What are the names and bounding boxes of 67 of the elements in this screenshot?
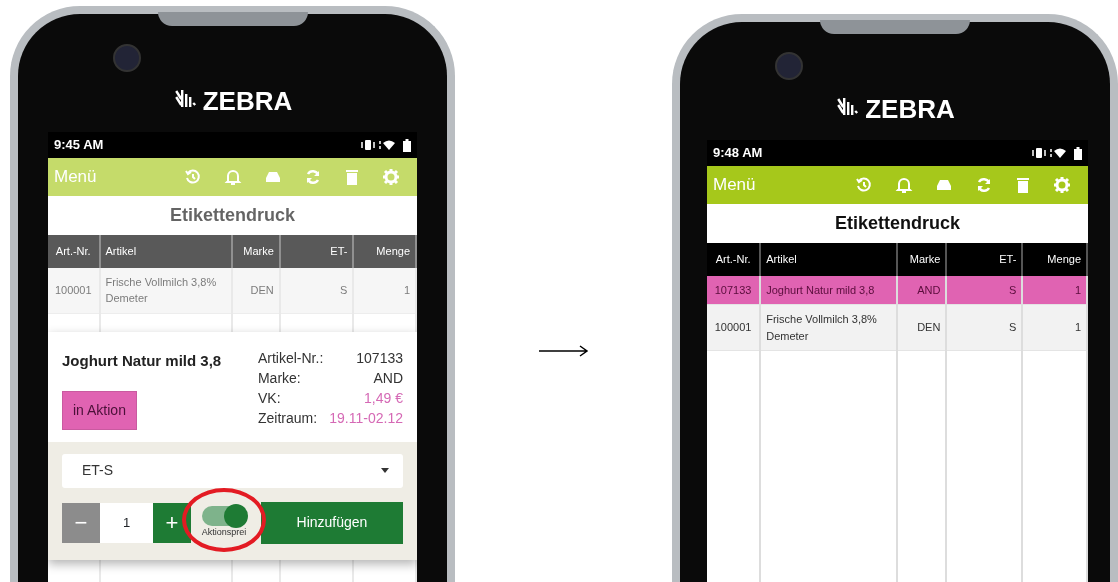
detail-label: VK: (257, 389, 282, 408)
bell-icon[interactable] (895, 176, 913, 194)
table-cell: 1 (353, 267, 416, 313)
camera-lens (113, 44, 141, 72)
history-icon[interactable] (855, 176, 873, 194)
status-time: 9:48 AM (713, 144, 763, 163)
table-cell: 100001 (48, 267, 100, 313)
screen-title: Etikettendruck (168, 204, 296, 227)
table-cell: DEN (897, 304, 947, 351)
table-cell: 100001 (707, 304, 761, 351)
column-header: Menge (1022, 243, 1087, 276)
status-time: 9:45 AM (54, 136, 104, 155)
product-name: Joghurt Natur mild 3,8 (62, 351, 222, 371)
detail-value: 19.11-02.12 (329, 409, 403, 428)
brand-name: ZEBRA (202, 85, 293, 118)
column-header: Menge (353, 235, 416, 268)
detail-label: Zeitraum: (257, 409, 319, 428)
toggle-label: Aktionsprei (201, 525, 247, 539)
settings-icon[interactable] (382, 168, 400, 186)
settings-icon[interactable] (1053, 176, 1071, 194)
column-header: ET- (279, 235, 354, 268)
table-cell: Frische Vollmilch 3,8% Demeter (760, 304, 897, 351)
history-icon[interactable] (184, 168, 202, 186)
table-cell: S (279, 267, 354, 313)
column-header: Marke (232, 235, 280, 268)
bell-icon[interactable] (224, 168, 242, 186)
detail-value: 107133 (355, 350, 403, 368)
table-cell: 107133 (707, 275, 761, 305)
column-header: Artikel (760, 243, 897, 276)
vibrate-icon (361, 138, 375, 151)
promotion-badge: in Aktion (62, 390, 137, 430)
battery-icon (403, 138, 411, 152)
table-cell: Joghurt Natur mild 3,8 (760, 275, 897, 305)
brand-name: ZEBRA (865, 93, 955, 126)
toggle-switch[interactable] (202, 505, 246, 526)
detail-label: Artikel-Nr.: (257, 350, 324, 368)
table-cell: 1 (1022, 304, 1087, 351)
table-cell: DEN (232, 267, 280, 313)
increment-button[interactable]: + (153, 502, 191, 543)
wifi-icon (379, 138, 395, 151)
column-header: Marke (897, 243, 947, 276)
vibrate-icon (1032, 146, 1046, 159)
screen-title: Etikettendruck (833, 212, 961, 235)
wifi-icon (1050, 146, 1066, 159)
table-cell: S (946, 304, 1023, 351)
add-button[interactable]: Hinzufügen (261, 501, 403, 544)
column-header: ET- (946, 243, 1023, 276)
label-type-select[interactable]: ET-S (62, 453, 403, 488)
column-header: Art.-Nr. (707, 243, 761, 276)
decrement-button[interactable]: − (62, 502, 100, 543)
detail-label: Marke: (257, 369, 302, 388)
table-cell: 1 (1022, 275, 1087, 305)
battery-icon (1074, 146, 1082, 160)
trash-icon[interactable] (344, 168, 360, 186)
trash-icon[interactable] (1015, 176, 1031, 194)
arrow-icon (538, 345, 589, 357)
camera-lens (775, 52, 803, 80)
caret-icon (381, 468, 389, 473)
refresh-icon[interactable] (975, 176, 993, 194)
table-cell: Frische Vollmilch 3,8% Demeter (99, 267, 232, 313)
column-header: Artikel (99, 235, 232, 268)
detail-value: 1,49 € (363, 389, 403, 408)
table-cell: S (946, 275, 1023, 305)
refresh-icon[interactable] (304, 168, 322, 186)
detail-value: AND (372, 369, 403, 388)
column-header: Art.-Nr. (48, 235, 100, 268)
quantity-field[interactable]: 1 (100, 502, 153, 543)
